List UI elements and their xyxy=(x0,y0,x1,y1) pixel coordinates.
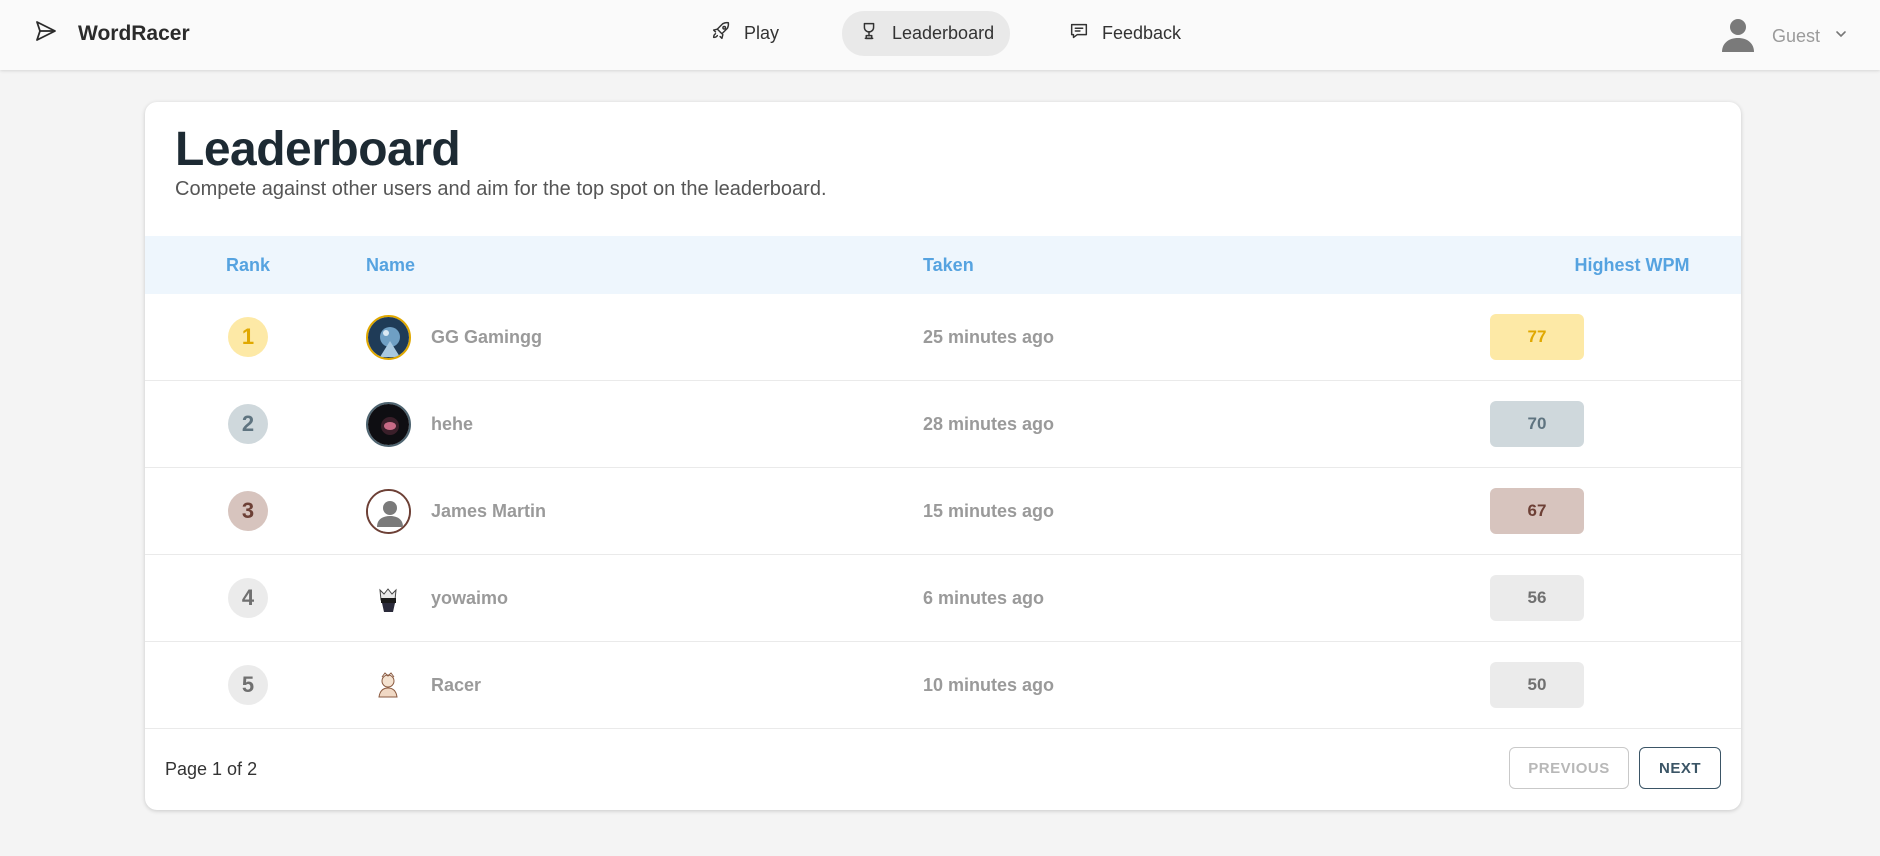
table-header: Rank Name Taken Highest WPM xyxy=(145,236,1741,294)
table-row: 4 yowaimo 6 minutes ago 56 xyxy=(145,555,1741,642)
previous-page-button[interactable]: PREVIOUS xyxy=(1509,747,1629,789)
player-name: GG Gamingg xyxy=(431,327,543,347)
player-avatar xyxy=(366,402,411,447)
table-row: 1 GG Gamingg 25 minutes ago 77 xyxy=(145,294,1741,381)
main-nav: Play Leaderboard Feedback xyxy=(0,0,1880,70)
trophy-icon xyxy=(858,20,880,47)
nav-play-label: Play xyxy=(744,23,780,43)
rank-badge: 3 xyxy=(228,491,268,531)
nav-play[interactable]: Play xyxy=(694,11,795,56)
top-navbar: WordRacer Play Leaderboard Feedback Gues… xyxy=(0,0,1880,70)
chevron-down-icon xyxy=(1834,27,1848,46)
column-header-rank[interactable]: Rank xyxy=(145,255,351,276)
nav-leaderboard[interactable]: Leaderboard xyxy=(842,11,1011,56)
nav-leaderboard-label: Leaderboard xyxy=(892,23,995,43)
table-row: 5 Racer 10 minutes ago 50 xyxy=(145,642,1741,729)
player-avatar xyxy=(366,489,411,534)
player-avatar xyxy=(366,315,411,360)
taken-time: 10 minutes ago xyxy=(923,675,1055,695)
wpm-badge: 50 xyxy=(1490,662,1584,708)
wpm-badge: 70 xyxy=(1490,401,1584,447)
table-row: 3 James Martin 15 minutes ago 67 xyxy=(145,468,1741,555)
wpm-badge: 77 xyxy=(1490,314,1584,360)
rocket-icon xyxy=(710,20,732,47)
pagination-label: Page 1 of 2 xyxy=(165,759,258,779)
rank-badge: 4 xyxy=(228,578,268,618)
nav-feedback-label: Feedback xyxy=(1102,23,1182,43)
user-menu[interactable]: Guest xyxy=(1718,14,1848,59)
player-name: Racer xyxy=(431,675,482,695)
taken-time: 15 minutes ago xyxy=(923,501,1055,521)
user-avatar-icon xyxy=(1718,14,1758,59)
leaderboard-card: Leaderboard Compete against other users … xyxy=(145,102,1741,810)
player-name: yowaimo xyxy=(431,588,509,608)
player-avatar xyxy=(366,576,411,621)
rank-badge: 1 xyxy=(228,317,268,357)
taken-time: 28 minutes ago xyxy=(923,414,1055,434)
wpm-badge: 67 xyxy=(1490,488,1584,534)
next-page-button[interactable]: NEXT xyxy=(1639,747,1721,789)
page-subtitle: Compete against other users and aim for … xyxy=(175,178,827,200)
rank-badge: 5 xyxy=(228,665,268,705)
nav-feedback[interactable]: Feedback xyxy=(1052,11,1197,56)
column-header-highest-wpm[interactable]: Highest WPM xyxy=(1537,255,1727,276)
taken-time: 25 minutes ago xyxy=(923,327,1055,347)
user-name: Guest xyxy=(1772,26,1821,46)
rank-badge: 2 xyxy=(228,404,268,444)
player-avatar xyxy=(366,663,411,708)
taken-time: 6 minutes ago xyxy=(923,588,1045,608)
column-header-name[interactable]: Name xyxy=(366,255,415,276)
page-title: Leaderboard xyxy=(175,123,461,176)
wpm-badge: 56 xyxy=(1490,575,1584,621)
table-row: 2 hehe 28 minutes ago 70 xyxy=(145,381,1741,468)
player-name: James Martin xyxy=(431,501,547,521)
chat-bubble-icon xyxy=(1068,20,1090,47)
column-header-taken[interactable]: Taken xyxy=(923,255,974,276)
player-name: hehe xyxy=(431,414,474,434)
